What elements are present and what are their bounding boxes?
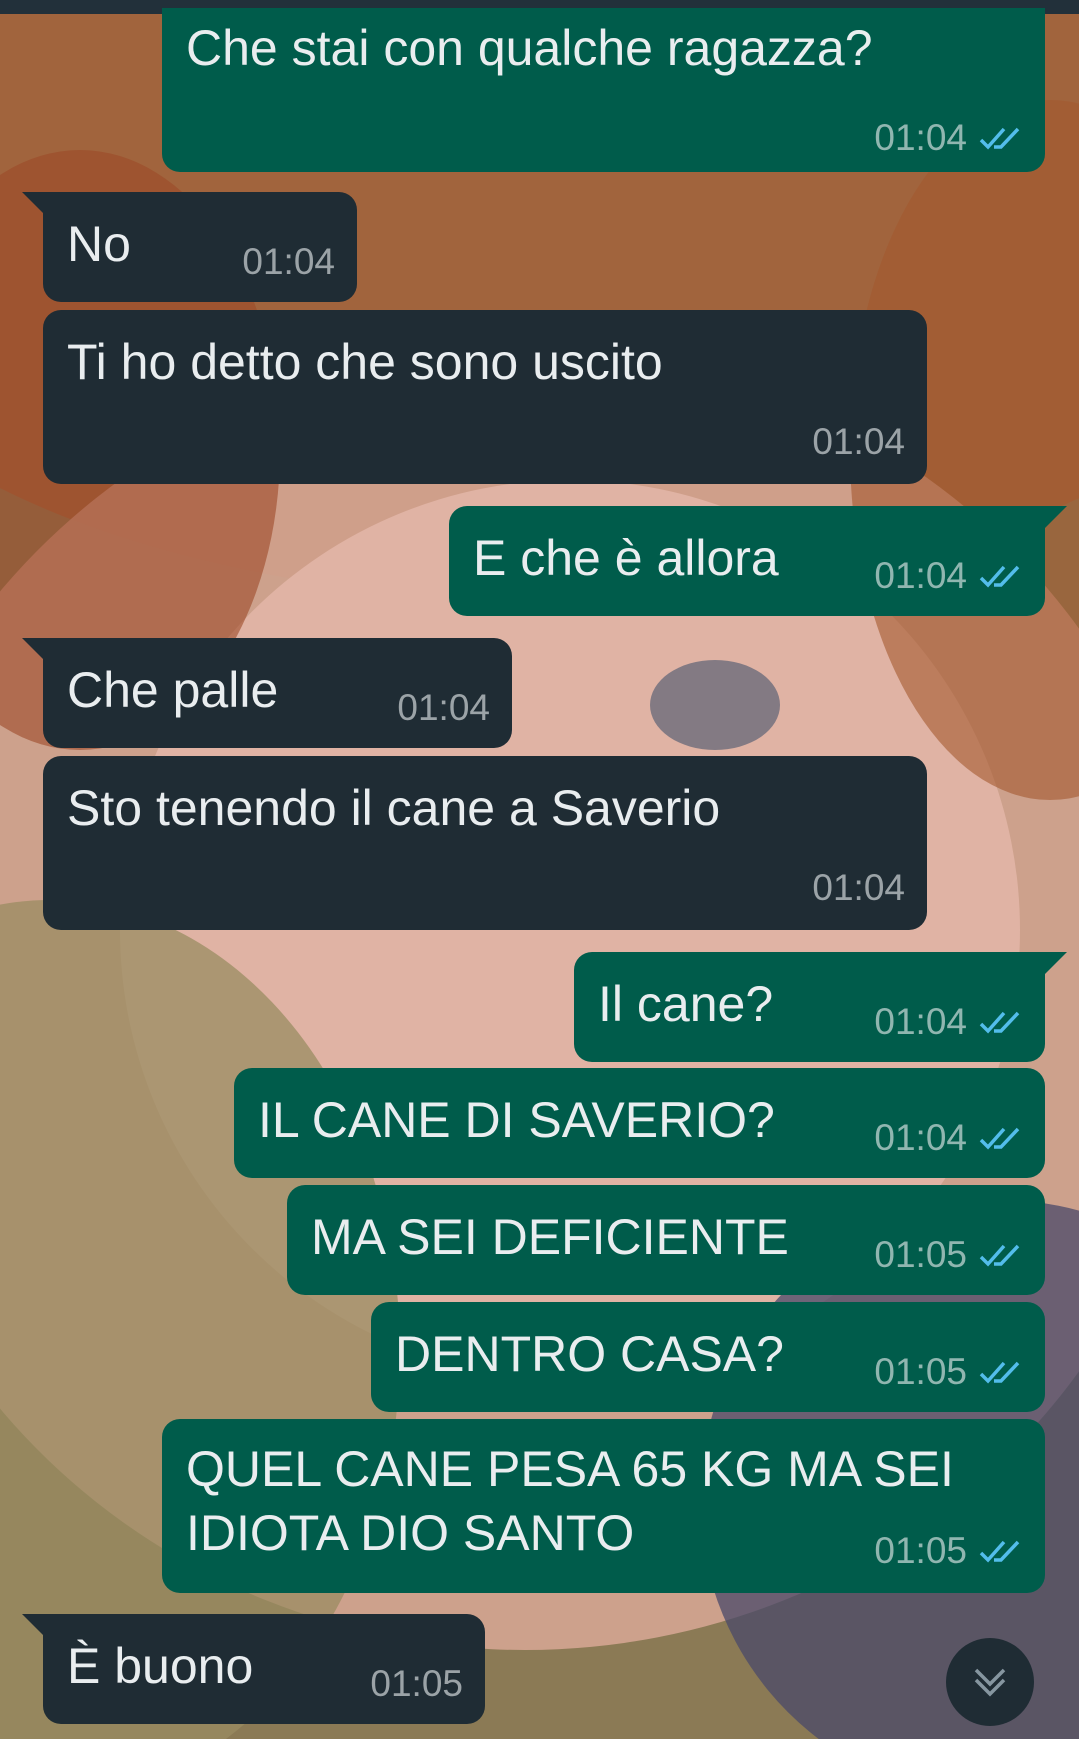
message-text: Che stai con qualche ragazza? <box>186 20 873 76</box>
message-time: 01:04 <box>874 1001 967 1042</box>
double-check-icon <box>979 1244 1020 1267</box>
bubble-tail <box>22 1614 44 1636</box>
scroll-to-bottom-button[interactable] <box>946 1638 1034 1726</box>
message-meta: 01:04 <box>874 1118 1023 1158</box>
message-incoming[interactable]: No 01:04 <box>43 192 357 302</box>
message-time: 01:04 <box>242 241 335 282</box>
message-time: 01:04 <box>874 555 967 596</box>
double-check-icon <box>979 1127 1020 1150</box>
message-time: 01:04 <box>812 867 905 908</box>
message-outgoing[interactable]: Il cane? 01:04 <box>574 952 1045 1062</box>
double-chevron-down-icon <box>974 1668 1006 1697</box>
bubble-tail <box>22 638 44 660</box>
double-check-icon <box>979 127 1020 150</box>
double-check-icon <box>979 1361 1020 1384</box>
message-time: 01:04 <box>397 687 490 728</box>
message-time: 01:05 <box>370 1663 463 1704</box>
message-time: 01:04 <box>812 421 905 462</box>
message-meta: 01:04 <box>242 242 335 282</box>
message-outgoing[interactable]: QUEL CANE PESA 65 KG MA SEI IDIOTA DIO S… <box>162 1419 1045 1593</box>
double-check-icon <box>979 1011 1020 1034</box>
double-check-icon <box>979 1540 1020 1563</box>
message-incoming[interactable]: Ti ho detto che sono uscito 01:04 <box>43 310 927 484</box>
bubble-tail <box>1045 506 1067 528</box>
message-meta: 01:05 <box>874 1352 1023 1392</box>
message-outgoing[interactable]: MA SEI DEFICIENTE 01:05 <box>287 1185 1045 1295</box>
message-meta: 01:05 <box>370 1664 463 1704</box>
message-time: 01:05 <box>874 1234 967 1275</box>
message-meta: 01:05 <box>874 1531 1023 1571</box>
message-time: 01:04 <box>874 117 967 158</box>
message-meta: 01:04 <box>397 688 490 728</box>
message-time: 01:05 <box>874 1351 967 1392</box>
message-incoming[interactable]: È buono 01:05 <box>43 1614 485 1724</box>
message-outgoing[interactable]: E che è allora 01:04 <box>449 506 1045 616</box>
message-outgoing[interactable]: Che stai con qualche ragazza? 01:04 <box>162 8 1045 172</box>
message-incoming[interactable]: Che palle 01:04 <box>43 638 512 748</box>
bubble-tail <box>1045 952 1067 974</box>
message-meta: 01:04 <box>874 1002 1023 1042</box>
message-outgoing[interactable]: IL CANE DI SAVERIO? 01:04 <box>234 1068 1045 1178</box>
message-text: Sto tenendo il cane a Saverio <box>67 780 721 836</box>
message-meta: 01:04 <box>812 422 905 462</box>
message-meta: 01:04 <box>812 868 905 908</box>
message-meta: 01:05 <box>874 1235 1023 1275</box>
double-check-icon <box>979 565 1020 588</box>
message-time: 01:04 <box>874 1117 967 1158</box>
message-outgoing[interactable]: DENTRO CASA? 01:05 <box>371 1302 1045 1412</box>
bubble-tail <box>22 192 44 214</box>
message-meta: 01:04 <box>874 556 1023 596</box>
message-meta: 01:04 <box>874 118 1023 158</box>
message-incoming[interactable]: Sto tenendo il cane a Saverio 01:04 <box>43 756 927 930</box>
message-text: Ti ho detto che sono uscito <box>67 334 663 390</box>
message-time: 01:05 <box>874 1530 967 1571</box>
